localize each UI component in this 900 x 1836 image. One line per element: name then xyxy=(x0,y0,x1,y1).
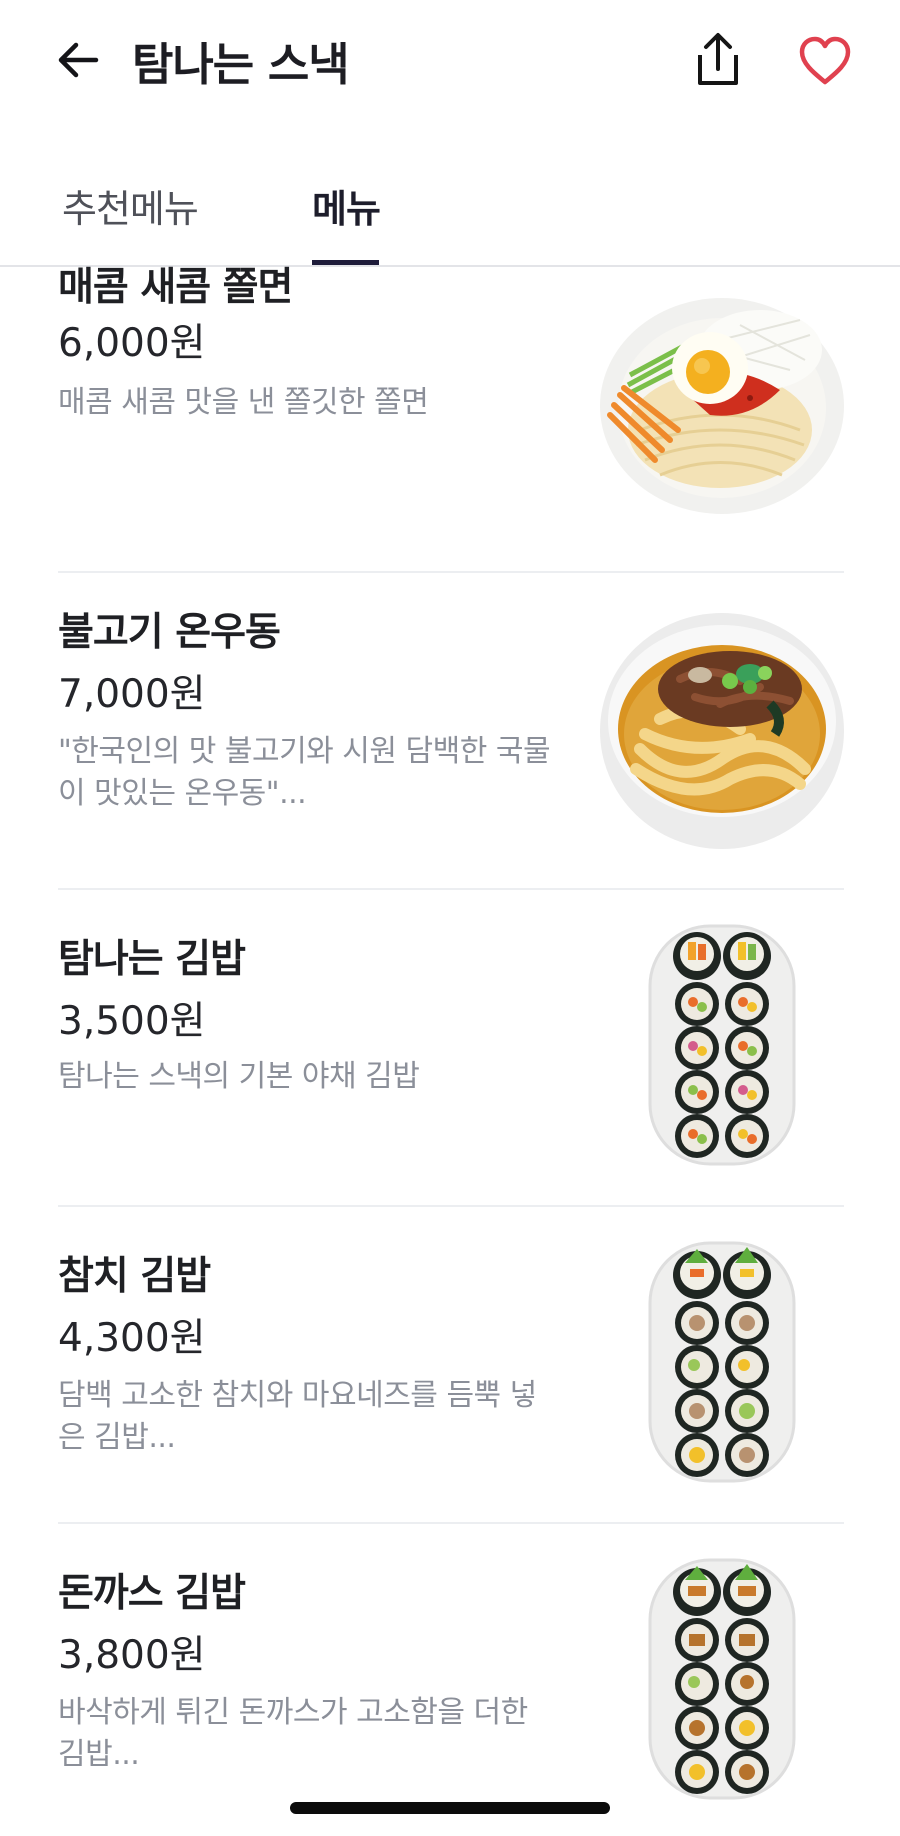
menu-item-price: 3,800원 xyxy=(58,1633,206,1678)
menu-item-name: 불고기 온우동 xyxy=(58,610,281,655)
menu-item-price: 7,000원 xyxy=(58,672,206,717)
menu-item[interactable]: 돈까스 김밥 3,800원 바삭하게 튀긴 돈까스가 고소함을 더한 김밥... xyxy=(58,1524,844,1836)
back-button[interactable] xyxy=(50,30,106,90)
tab-bar: 추천메뉴 메뉴 xyxy=(0,150,900,267)
tuna-gimbap-image xyxy=(648,1241,796,1483)
arrow-left-icon xyxy=(58,42,99,78)
menu-item[interactable]: 불고기 온우동 7,000원 "한국인의 맛 불고기와 시원 담백한 국물이 맛… xyxy=(58,573,844,890)
menu-item-name: 돈까스 김밥 xyxy=(58,1571,246,1616)
favorite-button[interactable] xyxy=(794,30,856,92)
menu-item-name: 매콤 새콤 쫄면 xyxy=(58,265,293,310)
udon-image xyxy=(600,613,844,849)
menu-item[interactable]: 매콤 새콤 쫄면 6,000원 매콤 새콤 맛을 낸 쫄깃한 쫄면 xyxy=(58,256,844,573)
share-icon xyxy=(698,33,738,85)
menu-item-description: 탐나는 스낵의 기본 야채 김밥 xyxy=(58,1059,420,1094)
menu-item-description: 담백 고소한 참치와 마요네즈를 듬뿍 넣은 김밥... xyxy=(58,1378,537,1455)
top-app-bar: 탐나는 스낵 xyxy=(0,0,900,130)
menu-item-price: 6,000원 xyxy=(58,321,206,366)
menu-item[interactable]: 탐나는 김밥 3,500원 탐나는 스낵의 기본 야채 김밥 xyxy=(58,890,844,1207)
page-title: 탐나는 스낵 xyxy=(132,38,350,91)
menu-item-price: 3,500원 xyxy=(58,999,206,1044)
menu-item-name: 탐나는 김밥 xyxy=(58,937,246,982)
menu-item-price: 4,300원 xyxy=(58,1316,206,1361)
heart-icon xyxy=(799,36,851,85)
menu-item[interactable]: 참치 김밥 4,300원 담백 고소한 참치와 마요네즈를 듬뿍 넣은 김밥..… xyxy=(58,1207,844,1524)
home-indicator xyxy=(290,1802,610,1814)
tab-menu[interactable]: 메뉴 xyxy=(312,178,381,233)
share-button[interactable] xyxy=(686,28,750,92)
tab-recommended[interactable]: 추천메뉴 xyxy=(62,178,199,233)
donkatsu-gimbap-image xyxy=(648,1558,796,1800)
menu-item-description: 바삭하게 튀긴 돈까스가 고소함을 더한 김밥... xyxy=(58,1695,528,1772)
menu-item-name: 참치 김밥 xyxy=(58,1254,211,1299)
menu-item-description: 매콤 새콤 맛을 낸 쫄깃한 쫄면 xyxy=(58,385,429,420)
jjolmyeon-image xyxy=(600,298,844,514)
menu-item-description: "한국인의 맛 불고기와 시원 담백한 국물이 맛있는 온우동"... xyxy=(58,734,551,811)
gimbap-image xyxy=(648,924,796,1166)
